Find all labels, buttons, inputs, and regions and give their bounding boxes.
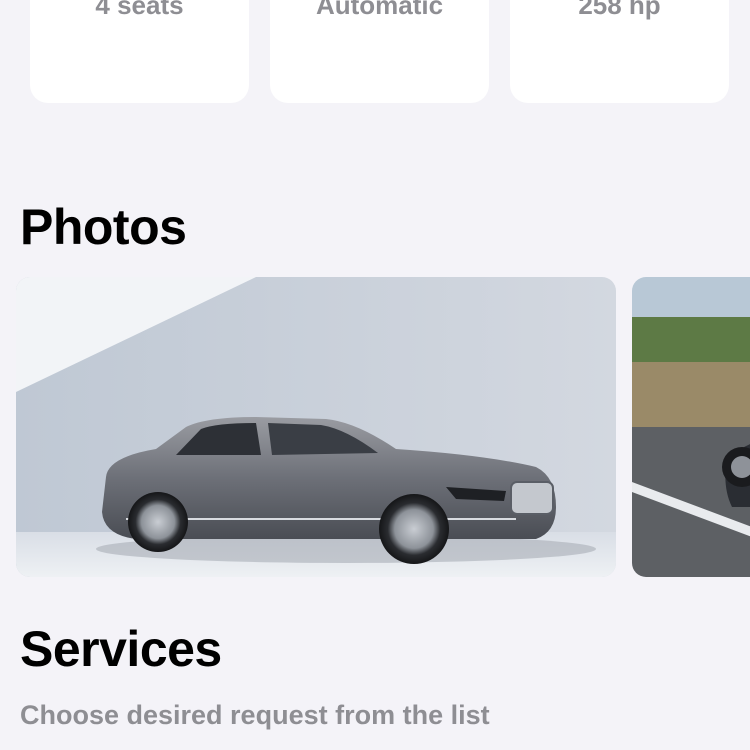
photo-carousel[interactable] bbox=[0, 277, 750, 577]
spec-card-transmission[interactable]: Automatic bbox=[270, 0, 489, 103]
spec-card-power[interactable]: 258 hp bbox=[510, 0, 729, 103]
services-title: Services bbox=[20, 621, 222, 677]
spec-card-seats[interactable]: 4 seats bbox=[30, 0, 249, 103]
car-studio-image bbox=[16, 277, 616, 577]
photos-title: Photos bbox=[20, 199, 187, 255]
spec-value-transmission: Automatic bbox=[315, 0, 444, 20]
spec-value-seats: 4 seats bbox=[95, 0, 184, 20]
car-details-screen: 4 seats Automatic 258 hp Photos Services… bbox=[0, 0, 750, 750]
car-road-image bbox=[632, 277, 750, 577]
spec-value-power: 258 hp bbox=[578, 0, 661, 20]
car-studio-photo[interactable] bbox=[16, 277, 616, 577]
car-road-photo[interactable] bbox=[632, 277, 750, 577]
services-subtitle: Choose desired request from the list bbox=[20, 700, 490, 730]
